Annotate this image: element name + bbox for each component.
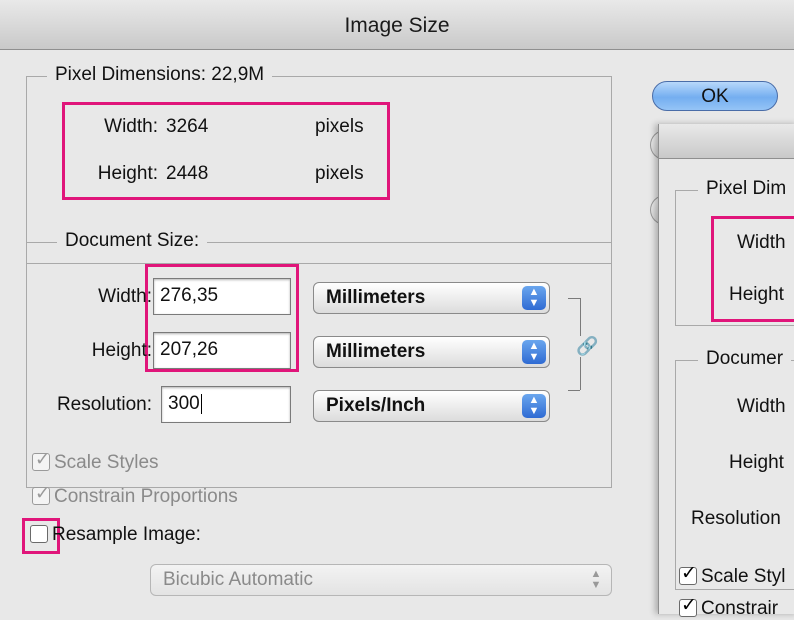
pixel-height-unit: pixels bbox=[315, 163, 364, 184]
second-constrain-checkbox[interactable]: ✓ Constrair bbox=[679, 595, 779, 620]
pixel-dimensions-legend: Pixel Dimensions: 22,9M bbox=[47, 64, 273, 86]
resolution-value: 300 bbox=[168, 393, 200, 414]
second-width-label: Width bbox=[737, 232, 786, 253]
doc-width-unit-select[interactable]: Millimeters ▲ ▼ bbox=[313, 282, 550, 314]
scale-styles-checkbox[interactable]: ✓ Scale Styles bbox=[32, 449, 159, 474]
doc-height-label: Height: bbox=[91, 340, 152, 361]
second-doc-height-label: Height bbox=[729, 452, 784, 473]
text-caret bbox=[200, 393, 202, 414]
constrain-proportions-checkbox[interactable]: ✓ Constrain Proportions bbox=[32, 483, 238, 508]
pixel-width-value: 3264 bbox=[166, 116, 209, 137]
document-size-legend: Document Size: bbox=[57, 230, 208, 252]
second-image-size-dialog: Pixel Dim Width Height Documer Width Hei… bbox=[658, 124, 794, 619]
checkbox-checked-icon: ✓ bbox=[679, 595, 697, 617]
doc-height-unit-value: Millimeters bbox=[326, 341, 426, 362]
resolution-unit-select[interactable]: Pixels/Inch ▲ ▼ bbox=[313, 390, 550, 422]
chain-link-icon: 🔗 bbox=[574, 336, 601, 357]
second-document-group: Documer bbox=[675, 348, 794, 590]
pixel-width-unit: pixels bbox=[315, 116, 364, 137]
constrain-bracket-top bbox=[568, 298, 580, 299]
resample-image-checkbox[interactable]: Resample Image: bbox=[30, 524, 201, 546]
stepper-arrows-icon: ▲ ▼ bbox=[522, 286, 546, 310]
second-doc-width-label: Width bbox=[737, 396, 786, 417]
second-document-legend: Documer bbox=[698, 348, 792, 370]
ok-button[interactable]: OK bbox=[652, 81, 778, 111]
second-pixel-dims-legend: Pixel Dim bbox=[698, 178, 794, 200]
checkbox-empty-icon bbox=[30, 525, 48, 543]
stepper-arrows-icon: ▲ ▼ bbox=[522, 340, 546, 364]
window-title: Image Size bbox=[344, 14, 450, 37]
resolution-unit-value: Pixels/Inch bbox=[326, 395, 426, 416]
resample-method-value: Bicubic Automatic bbox=[163, 569, 313, 590]
checkbox-checked-icon: ✓ bbox=[32, 449, 50, 471]
second-height-label: Height bbox=[729, 284, 784, 305]
resolution-input[interactable]: 300 bbox=[161, 386, 291, 423]
resolution-label: Resolution: bbox=[56, 394, 152, 415]
stepper-arrows-icon: ▲ ▼ bbox=[590, 568, 602, 591]
stepper-arrows-icon: ▲ ▼ bbox=[522, 394, 546, 418]
title-bar: Image Size bbox=[0, 0, 794, 50]
resample-method-select[interactable]: Bicubic Automatic ▲ ▼ bbox=[150, 564, 612, 596]
second-scale-styles-checkbox[interactable]: ✓ Scale Styl bbox=[679, 563, 786, 588]
checkbox-checked-icon: ✓ bbox=[32, 483, 50, 505]
pixel-width-label: Width: bbox=[104, 116, 158, 137]
pixel-height-label: Height: bbox=[97, 163, 158, 184]
second-scale-styles-label: Scale Styl bbox=[701, 566, 786, 587]
second-constrain-label: Constrair bbox=[701, 598, 779, 619]
constrain-proportions-label: Constrain Proportions bbox=[54, 486, 238, 507]
constrain-bracket-bottom bbox=[568, 390, 580, 391]
pixel-height-value: 2448 bbox=[166, 163, 209, 184]
doc-width-input[interactable]: 276,35 bbox=[153, 278, 291, 315]
scale-styles-label: Scale Styles bbox=[54, 452, 159, 473]
resample-image-label: Resample Image: bbox=[52, 524, 201, 545]
doc-width-unit-value: Millimeters bbox=[326, 287, 426, 308]
checkbox-checked-icon: ✓ bbox=[679, 563, 697, 585]
second-resolution-label: Resolution bbox=[691, 508, 781, 529]
doc-height-input[interactable]: 207,26 bbox=[153, 332, 291, 369]
image-size-dialog: Pixel Dimensions: 22,9M Width: 3264 pixe… bbox=[0, 50, 660, 610]
second-title-bar bbox=[659, 124, 794, 159]
doc-width-label: Width: bbox=[98, 286, 152, 307]
doc-height-unit-select[interactable]: Millimeters ▲ ▼ bbox=[313, 336, 550, 368]
